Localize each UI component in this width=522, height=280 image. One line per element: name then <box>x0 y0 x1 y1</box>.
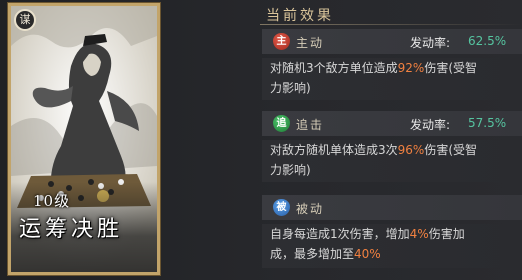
skill-level: 10级 <box>33 192 71 210</box>
effect-description: 对敌方随机单体造成3次96%伤害(受智 力影响) <box>262 140 522 182</box>
skill-name: 运筹决胜 <box>19 217 124 242</box>
effect-header: 追 追击 发动率: 57.5% <box>262 111 522 136</box>
effect-description: 自身每造成1次伤害，增加4%伤害加 成，最多增加至40% <box>262 224 522 268</box>
effect-type-label: 追击 <box>296 118 325 132</box>
passive-badge-icon: 被 <box>273 199 290 216</box>
trigger-rate-value: 62.5% <box>468 34 507 48</box>
effect-section-pursuit: 追 追击 发动率: 57.5% 对敌方随机单体造成3次96%伤害(受智 力影响) <box>262 111 522 184</box>
effect-description: 对随机3个敌方单位造成92%伤害(受智 力影响) <box>262 58 522 100</box>
effects-panel-title: 当前效果 <box>266 8 334 24</box>
skill-detail-view: 谋 10级 运筹决胜 当前效果 主 主动 发动率: 62.5% 对随机3个敌方单… <box>0 0 522 280</box>
effect-header: 被 被动 <box>262 195 522 220</box>
trigger-rate-label: 发动率: <box>410 36 451 50</box>
skill-card[interactable]: 谋 10级 运筹决胜 <box>8 3 160 275</box>
effect-section-passive: 被 被动 自身每造成1次伤害，增加4%伤害加 成，最多增加至40% <box>262 195 522 271</box>
effect-type-label: 主动 <box>296 36 325 50</box>
active-badge-icon: 主 <box>273 33 290 50</box>
effect-header: 主 主动 发动率: 62.5% <box>262 29 522 54</box>
trigger-rate-value: 57.5% <box>468 116 507 130</box>
effect-section-active: 主 主动 发动率: 62.5% 对随机3个敌方单位造成92%伤害(受智 力影响) <box>262 29 522 102</box>
pursuit-badge-icon: 追 <box>273 115 290 132</box>
effect-type-label: 被动 <box>296 202 325 216</box>
strategy-type-icon: 谋 <box>14 9 36 31</box>
title-divider <box>260 24 522 25</box>
trigger-rate-label: 发动率: <box>410 118 451 132</box>
